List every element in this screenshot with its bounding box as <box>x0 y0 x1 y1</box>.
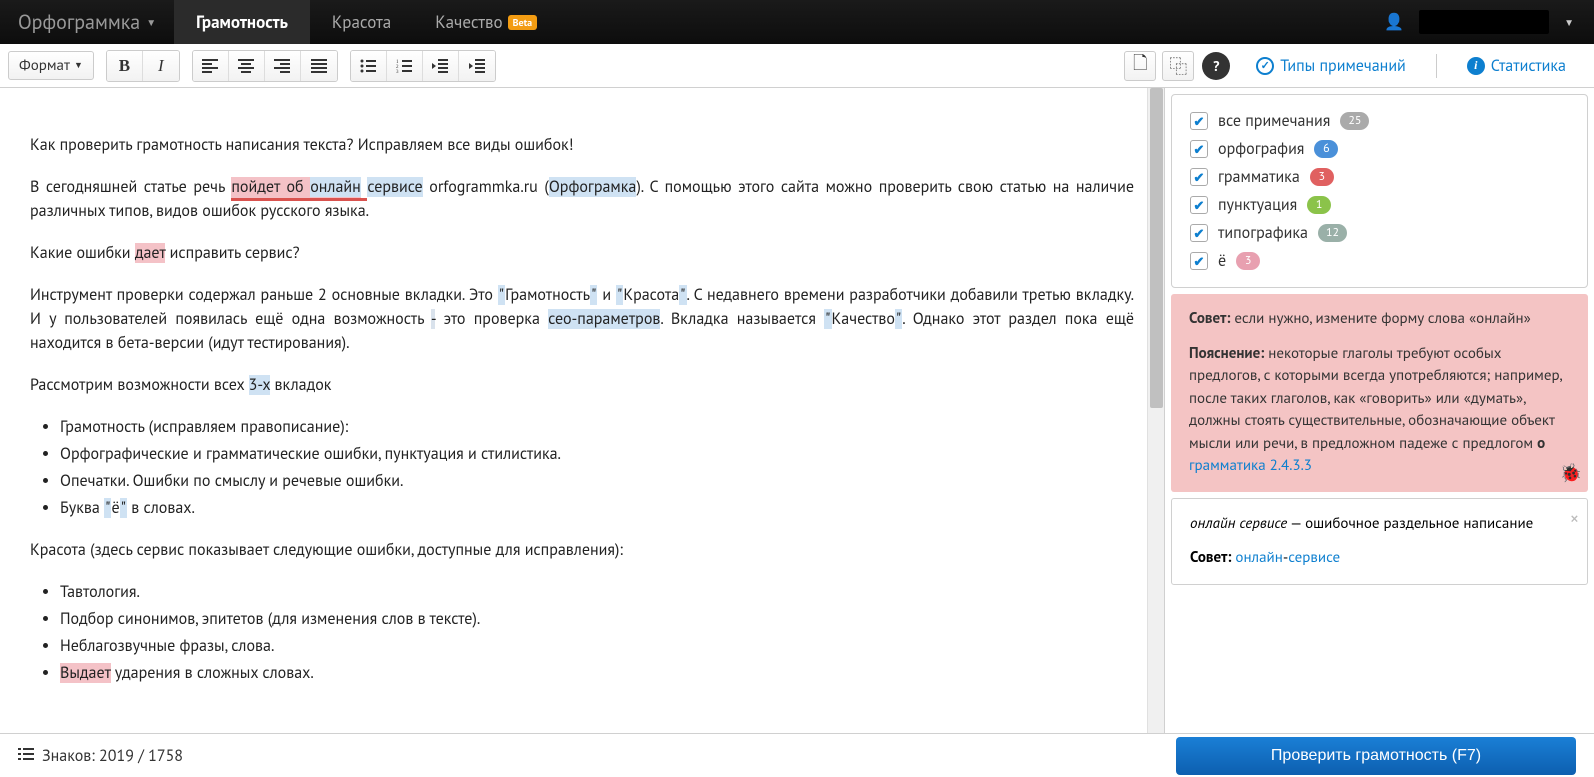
checkbox[interactable] <box>1190 252 1208 270</box>
checkbox[interactable] <box>1190 196 1208 214</box>
note-types-link[interactable]: ✓ Типы примечаний <box>1256 56 1406 76</box>
tab-grammar[interactable]: Грамотность <box>174 0 310 44</box>
user-icon[interactable]: 👤 <box>1384 12 1404 32</box>
divider <box>1436 54 1437 78</box>
bullet-list: Грамотность (исправляем правописание): О… <box>60 415 1134 520</box>
main-content: Как проверить грамотность написания текс… <box>0 88 1594 733</box>
paragraph: Как проверить грамотность написания текс… <box>30 133 1134 157</box>
chevron-down-icon: ▼ <box>74 60 83 71</box>
chevron-down-icon[interactable]: ▼ <box>1564 16 1574 29</box>
list-item: Орфографические и грамматические ошибки,… <box>60 442 1134 466</box>
bug-icon[interactable]: 🐞 <box>1560 459 1582 486</box>
number-list-button[interactable]: 123 <box>387 51 423 81</box>
status-bar: Знаков: 2019 / 1758 Проверить грамотност… <box>0 733 1594 777</box>
tab-beauty[interactable]: Красота <box>310 0 413 44</box>
editor-toolbar: Формат ▼ B I 123 🗋 ⿻ ? ✓ Типы примечаний… <box>0 44 1594 88</box>
brand-menu[interactable]: Орфограммка ▼ <box>0 0 174 44</box>
filter-yo[interactable]: ё3 <box>1190 247 1569 275</box>
highlight-blue[interactable]: сео-параметров <box>548 309 660 329</box>
scrollbar-thumb[interactable] <box>1150 88 1163 408</box>
paragraph: Рассмотрим возможности всех 3-х вкладок <box>30 373 1134 397</box>
user-name[interactable] <box>1419 10 1549 34</box>
align-justify-button[interactable] <box>301 51 337 81</box>
paragraph: В сегодняшней статье речь пойдет об онла… <box>30 175 1134 223</box>
list-item: Буква "ё" в словах. <box>60 496 1134 520</box>
highlight-error[interactable]: пойдет об онлайн <box>231 177 360 201</box>
filter-grammar[interactable]: грамматика3 <box>1190 163 1569 191</box>
help-button[interactable]: ? <box>1202 52 1230 80</box>
chevron-down-icon: ▼ <box>146 16 156 29</box>
tab-quality[interactable]: Качество Beta <box>413 0 559 44</box>
rule-link[interactable]: грамматика 2.4.3.3 <box>1189 456 1312 475</box>
info-icon: i <box>1467 57 1485 75</box>
checkbox[interactable] <box>1190 140 1208 158</box>
scrollbar[interactable] <box>1147 88 1164 733</box>
checkbox[interactable] <box>1190 112 1208 130</box>
align-center-button[interactable] <box>229 51 265 81</box>
topbar-right: 👤 ▼ <box>1384 0 1594 44</box>
stats-link[interactable]: i Статистика <box>1467 56 1566 76</box>
filter-all[interactable]: все примечания25 <box>1190 107 1569 135</box>
check-circle-icon: ✓ <box>1256 57 1274 75</box>
checkbox[interactable] <box>1190 224 1208 242</box>
note-filters: все примечания25 орфография6 грамматика3… <box>1171 94 1588 288</box>
italic-button[interactable]: I <box>143 51 179 81</box>
count-badge: 6 <box>1314 140 1338 158</box>
filter-typography[interactable]: типографика12 <box>1190 219 1569 247</box>
sidebar: все примечания25 орфография6 грамматика3… <box>1164 88 1594 733</box>
count-badge: 12 <box>1318 224 1347 242</box>
paragraph: Инструмент проверки содержал раньше 2 ос… <box>30 283 1134 355</box>
paragraph: Какие ошибки дает исправить сервис? <box>30 241 1134 265</box>
list-icon <box>18 746 34 766</box>
brand-name: Орфограммка <box>18 9 140 35</box>
highlight-error[interactable]: дает <box>135 243 166 263</box>
highlight-error[interactable]: Выдает <box>60 663 111 683</box>
highlight-blue[interactable]: сервисе <box>367 177 422 197</box>
count-badge: 3 <box>1310 168 1334 186</box>
filter-spelling[interactable]: орфография6 <box>1190 135 1569 163</box>
list-item: Грамотность (исправляем правописание): <box>60 415 1134 439</box>
bold-button[interactable]: B <box>107 51 143 81</box>
list-item: Неблагозвучные фразы, слова. <box>60 634 1134 658</box>
editor-wrap: Как проверить грамотность написания текс… <box>0 88 1164 733</box>
filter-punctuation[interactable]: пунктуация1 <box>1190 191 1569 219</box>
count-badge: 3 <box>1236 252 1260 270</box>
format-dropdown[interactable]: Формат ▼ <box>8 51 94 80</box>
list-item: Тавтология. <box>60 580 1134 604</box>
copy-button[interactable]: ⿻ <box>1162 51 1194 81</box>
badge-beta: Beta <box>508 15 537 30</box>
indent-button[interactable] <box>459 51 495 81</box>
checkbox[interactable] <box>1190 168 1208 186</box>
suggestion-link[interactable]: онлайн <box>1235 548 1282 567</box>
align-left-button[interactable] <box>193 51 229 81</box>
bullet-list-button[interactable] <box>351 51 387 81</box>
paragraph: Красота (здесь сервис показывает следующ… <box>30 538 1134 562</box>
highlight-blue[interactable]: Орфограмка <box>549 177 636 197</box>
align-right-button[interactable] <box>265 51 301 81</box>
close-icon[interactable]: × <box>1570 505 1579 532</box>
note-card-active[interactable]: Совет: если нужно, измените форму слова … <box>1171 294 1588 492</box>
list-item: Подбор синонимов, эпитетов (для изменени… <box>60 607 1134 631</box>
text-editor[interactable]: Как проверить грамотность написания текс… <box>0 88 1164 733</box>
outdent-button[interactable] <box>423 51 459 81</box>
svg-text:3: 3 <box>396 70 399 73</box>
check-button[interactable]: Проверить грамотность (F7) <box>1176 737 1576 775</box>
topbar: Орфограммка ▼ Грамотность Красота Качест… <box>0 0 1594 44</box>
count-badge: 1 <box>1307 196 1331 214</box>
note-card[interactable]: × онлайн сервисе — ошибочное раздельное … <box>1171 498 1588 585</box>
count-badge: 25 <box>1340 112 1369 130</box>
highlight-blue[interactable]: 3-х <box>249 375 271 395</box>
bullet-list: Тавтология. Подбор синонимов, эпитетов (… <box>60 580 1134 685</box>
nav-tabs: Грамотность Красота Качество Beta <box>174 0 559 44</box>
char-count: Знаков: 2019 / 1758 <box>18 746 183 766</box>
list-item: Выдает ударения в сложных словах. <box>60 661 1134 685</box>
new-doc-button[interactable]: 🗋 <box>1124 51 1156 81</box>
list-item: Опечатки. Ошибки по смыслу и речевые оши… <box>60 469 1134 493</box>
suggestion-link[interactable]: сервисе <box>1288 548 1340 567</box>
